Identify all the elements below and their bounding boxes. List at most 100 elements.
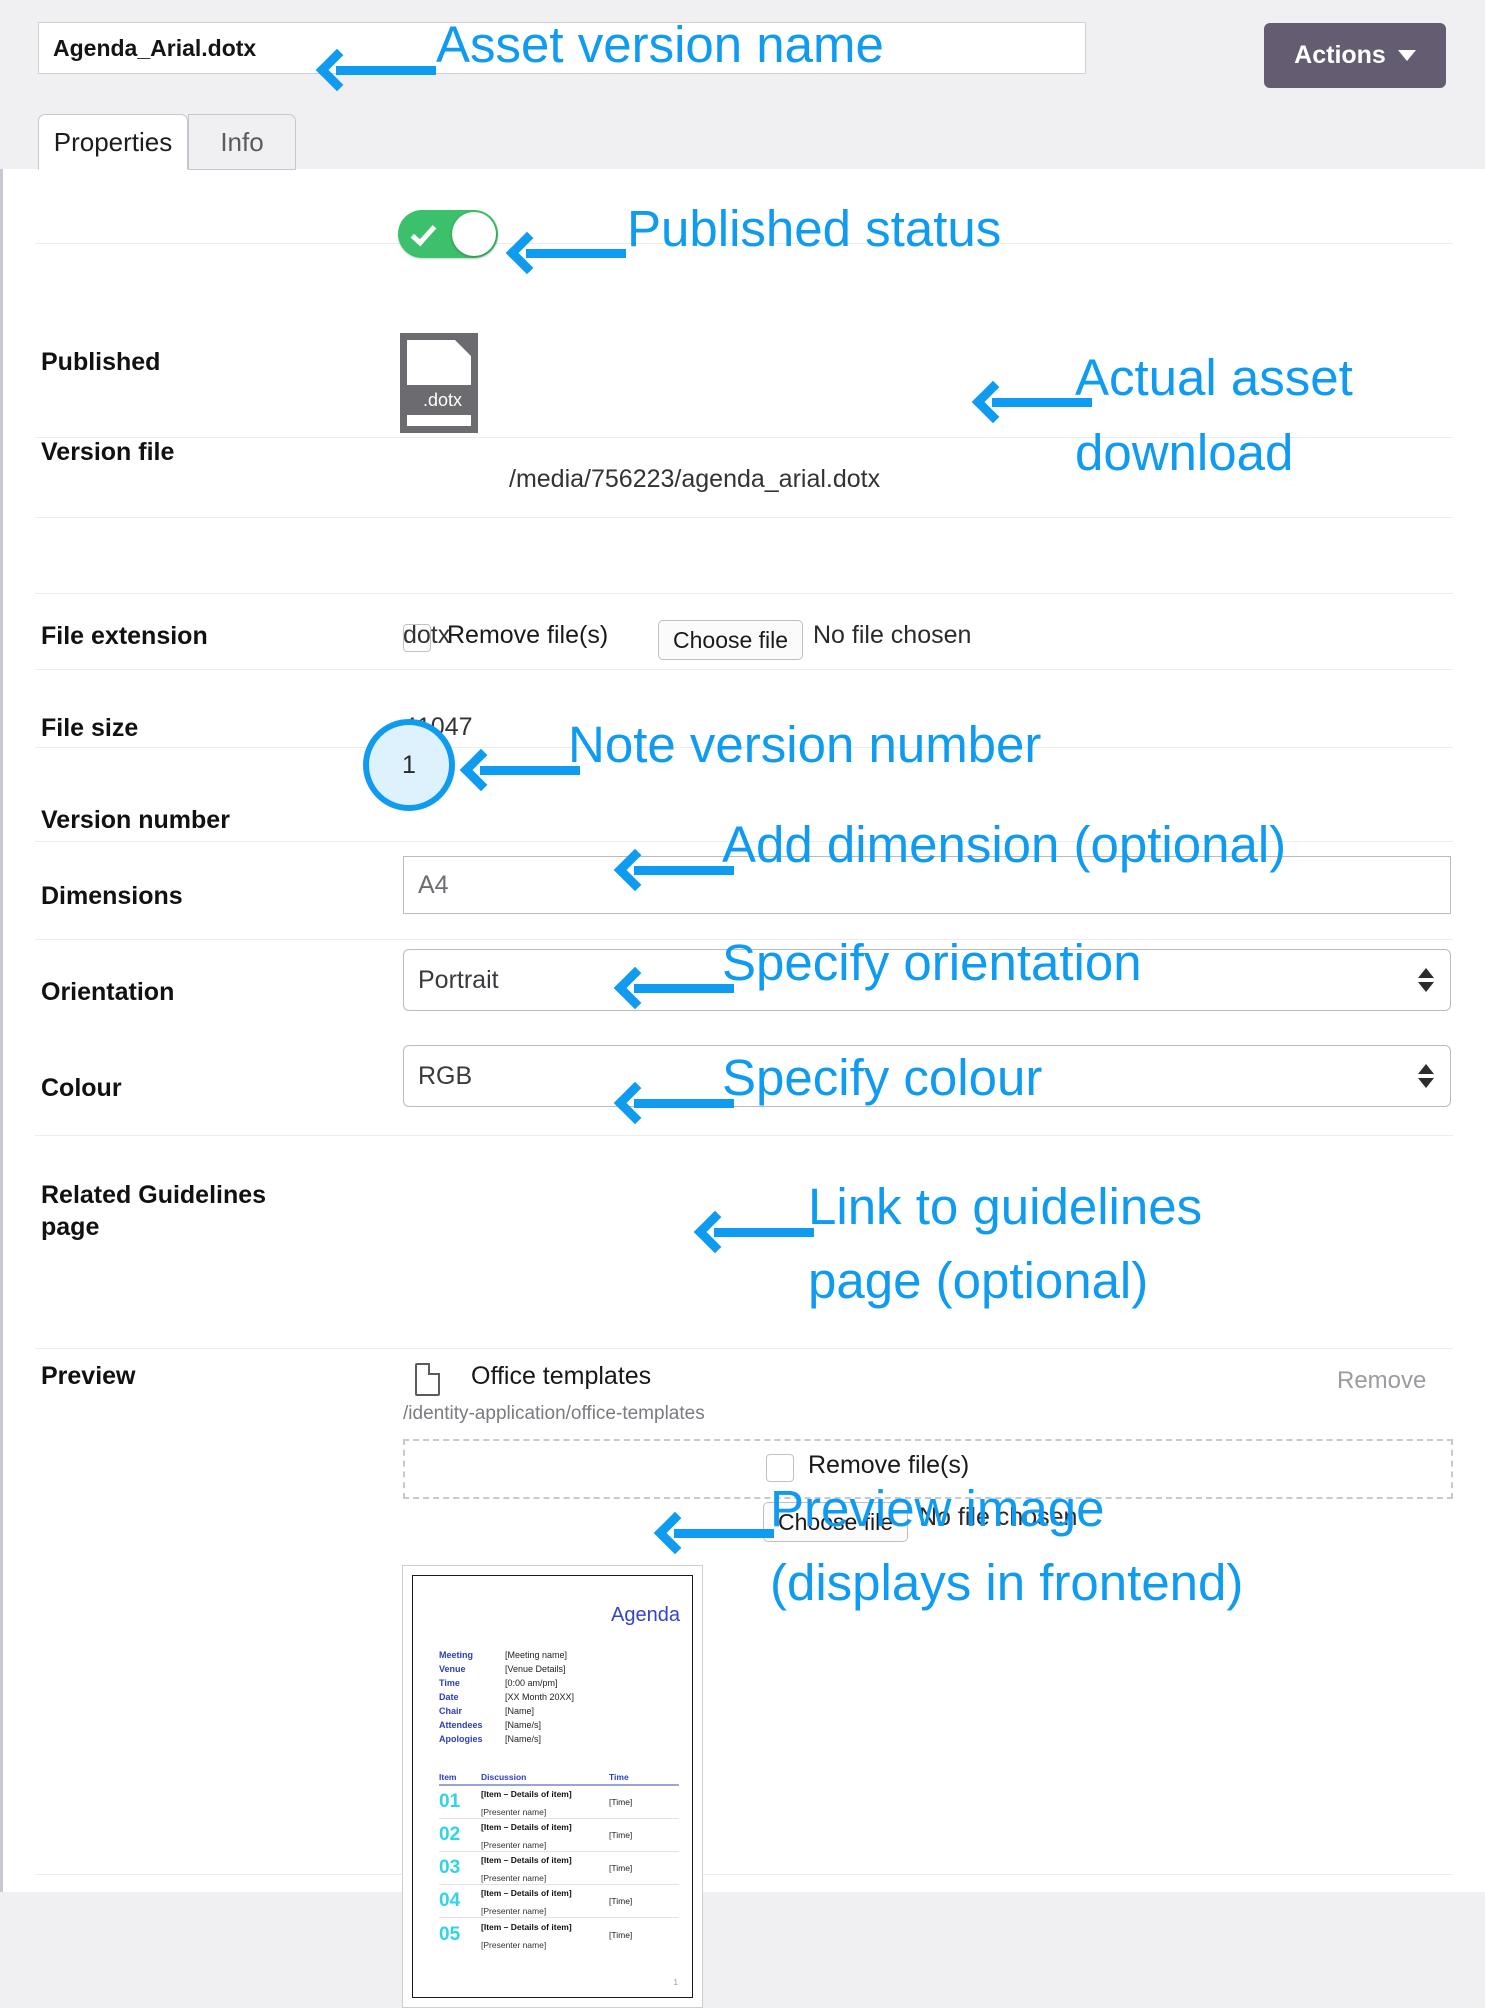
preview-meta-key: Apologies — [439, 1734, 483, 1744]
dotx-file-icon: .dotx — [400, 333, 478, 433]
annotation-asset-version-name: Asset version name — [436, 16, 884, 73]
chevron-down-icon — [1397, 50, 1416, 61]
annotation-link-guidelines-line1: Link to guidelines — [808, 1178, 1203, 1235]
preview-document-page: Agenda Meeting [Meeting name] Venue [Venue… — [412, 1575, 693, 1998]
remove-files-label-preview: Remove file(s) — [808, 1451, 970, 1479]
field-label-file-size: File size — [41, 714, 139, 742]
preview-meta-key: Date — [439, 1692, 459, 1702]
preview-table-header: Item — [439, 1772, 457, 1782]
preview-row-detail: [Item – Details of item] — [481, 1822, 572, 1832]
preview-row-discussion: [Item – Details of item] [Presenter name… — [481, 1817, 609, 1853]
preview-row-presenter: [Presenter name] — [481, 1873, 547, 1883]
annotation-note-version-number: Note version number — [568, 716, 1042, 773]
annotation-link-guidelines-line2: page (optional) — [808, 1252, 1149, 1309]
preview-meta-key: Chair — [439, 1706, 463, 1716]
select-spinner-icon — [1418, 968, 1434, 992]
preview-doc-table: Item Discussion Time 01 [Item – Details … — [439, 1772, 679, 1951]
preview-row-time: [Time] — [609, 1797, 633, 1807]
preview-row-time: [Time] — [609, 1929, 633, 1940]
preview-row-time: [Time] — [609, 1863, 633, 1873]
preview-meta-value: [Name] — [505, 1706, 535, 1716]
check-icon — [410, 219, 437, 247]
preview-row-number: 02 — [439, 1824, 461, 1845]
field-label-dimensions: Dimensions — [41, 882, 183, 910]
orientation-selected-value: Portrait — [418, 965, 499, 994]
file-extension-value: dotx — [403, 621, 451, 649]
preview-meta-key: Meeting — [439, 1650, 474, 1660]
preview-row-number: 04 — [439, 1890, 461, 1911]
preview-row-discussion: [Item – Details of item] [Presenter name… — [481, 1917, 609, 1953]
remove-files-checkbox-preview[interactable] — [766, 1454, 794, 1482]
toggle-knob — [452, 212, 496, 256]
tab-info[interactable]: Info — [188, 114, 296, 170]
field-label-version-file: Version file — [41, 438, 175, 466]
actions-button-label: Actions — [1294, 41, 1386, 69]
actions-button[interactable]: Actions — [1264, 23, 1446, 88]
row-separator — [35, 517, 1453, 518]
preview-row-presenter: [Presenter name] — [481, 1807, 547, 1817]
annotation-specify-colour: Specify colour — [722, 1049, 1043, 1106]
no-file-chosen-version: No file chosen — [813, 621, 972, 649]
field-label-version-number: Version number — [41, 806, 230, 834]
related-guidelines-url: /identity-application/office-templates — [403, 1403, 705, 1424]
annotation-preview-image-line1: Preview image — [770, 1480, 1105, 1537]
annotation-arrow-preview — [653, 1511, 780, 1555]
field-label-colour: Colour — [41, 1074, 122, 1102]
row-separator — [35, 1135, 1453, 1136]
preview-table-header: Time — [609, 1772, 629, 1782]
annotation-actual-asset-download-line2: download — [1075, 424, 1294, 481]
remove-files-label-version: Remove file(s) — [447, 621, 609, 649]
field-label-file-extension: File extension — [41, 622, 208, 650]
preview-row-detail: [Item – Details of item] — [481, 1921, 572, 1932]
preview-doc-title: Agenda — [611, 1604, 680, 1626]
preview-meta-key: Attendees — [439, 1720, 483, 1730]
preview-meta-value: [Meeting name] — [505, 1650, 568, 1660]
annotation-actual-asset-download-line1: Actual asset — [1075, 349, 1353, 406]
annotation-arrow-asset-name — [315, 48, 442, 92]
file-extension-badge: .dotx — [407, 385, 478, 415]
preview-meta-value: [Name/s] — [505, 1720, 542, 1730]
published-toggle[interactable] — [398, 210, 498, 258]
preview-table-row: 03 [Item – Details of item] [Presenter n… — [439, 1852, 679, 1885]
preview-row-detail: [Item – Details of item] — [481, 1855, 572, 1865]
annotation-specify-orientation: Specify orientation — [722, 934, 1142, 991]
version-file-path[interactable]: /media/756223/agenda_arial.dotx — [509, 465, 880, 494]
preview-row-presenter: [Presenter name] — [481, 1939, 547, 1950]
preview-row-presenter: [Presenter name] — [481, 1840, 547, 1850]
preview-table-row: 04 [Item – Details of item] [Presenter n… — [439, 1885, 679, 1918]
preview-thumbnail[interactable]: Agenda Meeting [Meeting name] Venue [Venue… — [402, 1565, 703, 2008]
tab-properties[interactable]: Properties — [38, 114, 188, 170]
preview-row-number: 03 — [439, 1857, 461, 1878]
preview-row-detail: [Item – Details of item] — [481, 1789, 572, 1799]
preview-meta-value: [0:00 am/pm] — [505, 1678, 558, 1688]
choose-file-button-version[interactable]: Choose file — [658, 620, 804, 660]
field-label-related-guidelines: Related Guidelines page — [41, 1181, 267, 1241]
preview-row-time: [Time] — [609, 1830, 633, 1840]
related-guidelines-remove-button[interactable]: Remove — [1337, 1367, 1426, 1395]
annotation-preview-image-line2: (displays in frontend) — [770, 1554, 1244, 1611]
annotation-add-dimension: Add dimension (optional) — [722, 816, 1287, 873]
preview-meta-value: [Name/s] — [505, 1734, 542, 1744]
preview-row-time: [Time] — [609, 1896, 633, 1906]
preview-row-presenter: [Presenter name] — [481, 1906, 547, 1916]
annotation-arrow-guidelines — [693, 1210, 820, 1254]
preview-table-row: 05 [Item – Details of item] [Presenter n… — [439, 1918, 679, 1951]
preview-row-discussion: [Item – Details of item] [Presenter name… — [481, 1850, 609, 1886]
row-separator — [35, 593, 1453, 594]
row-separator — [35, 669, 1453, 670]
annotation-published-status: Published status — [627, 200, 1002, 257]
preview-table-row: 02 [Item – Details of item] [Presenter n… — [439, 1819, 679, 1852]
row-separator — [35, 1348, 1453, 1349]
colour-selected-value: RGB — [418, 1061, 473, 1090]
preview-table-header: Discussion — [481, 1772, 527, 1782]
preview-row-detail: [Item – Details of item] — [481, 1888, 572, 1898]
related-guidelines-link[interactable]: Office templates — [471, 1362, 651, 1391]
preview-meta-value: [Venue Details] — [505, 1664, 566, 1674]
preview-doc-meta: Meeting [Meeting name] Venue [Venue Detail… — [439, 1648, 679, 1746]
preview-row-discussion: [Item – Details of item] [Presenter name… — [481, 1784, 609, 1820]
field-label-published: Published — [41, 348, 161, 376]
field-label-orientation: Orientation — [41, 978, 175, 1006]
preview-meta-key: Time — [439, 1678, 460, 1688]
version-number-value: 1 — [363, 719, 455, 811]
document-icon — [415, 1363, 440, 1396]
